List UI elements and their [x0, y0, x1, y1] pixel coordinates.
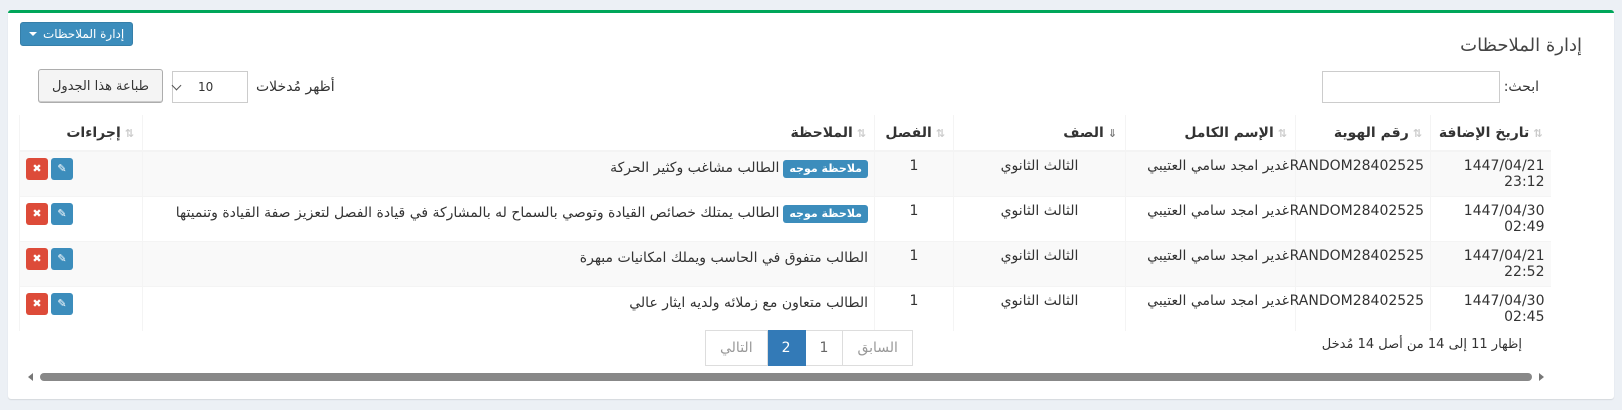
cell-id: RANDOM28402525 — [1290, 286, 1431, 331]
chevron-down-icon — [171, 80, 182, 90]
sort-asc-icon: ⇓ — [1107, 126, 1117, 140]
cell-name: غدير امجد سامي العتيبي — [1125, 286, 1296, 331]
search-input[interactable] — [1321, 71, 1500, 103]
pagination-previous[interactable]: السابق — [842, 330, 913, 366]
caret-down-icon — [29, 32, 37, 36]
cell-actions: ✖ ✎ — [19, 241, 143, 287]
cell-grade: الثالث الثانوي — [953, 196, 1126, 242]
pagination: السابق 1 2 التالي — [705, 330, 913, 366]
sort-icon: ⇅ — [856, 126, 866, 140]
notes-management-label: إدارة الملاحظات — [43, 27, 125, 41]
horizontal-scrollbar[interactable] — [28, 371, 1544, 383]
times-icon: ✖ — [32, 297, 42, 310]
cell-name: غدير امجد سامي العتيبي — [1125, 150, 1296, 197]
cell-id: RANDOM28402525 — [1290, 150, 1431, 197]
cell-id: RANDOM28402525 — [1290, 196, 1431, 242]
delete-button[interactable]: ✖ — [26, 293, 48, 315]
delete-button[interactable]: ✖ — [26, 158, 48, 180]
pagination-page-2[interactable]: 2 — [766, 330, 806, 366]
scroll-right-icon[interactable] — [1539, 373, 1544, 381]
cell-actions: ✖ ✎ — [19, 150, 143, 197]
cell-name: غدير امجد سامي العتيبي — [1125, 241, 1296, 287]
cell-grade: الثالث الثانوي — [953, 286, 1126, 331]
times-icon: ✖ — [32, 207, 42, 220]
edit-button[interactable]: ✎ — [51, 248, 73, 270]
cell-id: RANDOM28402525 — [1290, 241, 1431, 287]
cell-date: 1447/04/21 22:52 — [1430, 241, 1551, 287]
cell-date: 1447/04/30 02:49 — [1430, 196, 1551, 242]
cell-note: ملاحظة موجهالطالب يمتلك خصائص القيادة وت… — [142, 196, 875, 242]
cell-actions: ✖ ✎ — [19, 196, 143, 242]
cell-grade: الثالث الثانوي — [953, 150, 1126, 197]
sort-icon: ⇅ — [1412, 126, 1422, 140]
cell-class: 1 — [874, 150, 954, 197]
cell-class: 1 — [874, 286, 954, 331]
cell-note: الطالب متفوق في الحاسب ويملك امكانيات مب… — [142, 241, 875, 287]
note-type-badge: ملاحظة موجه — [783, 205, 868, 223]
cell-note: الطالب متعاون مع زملائه ولديه ايثار عالي — [142, 286, 875, 331]
cell-grade: الثالث الثانوي — [953, 241, 1126, 287]
cell-name: غدير امجد سامي العتيبي — [1125, 196, 1296, 242]
notes-box: إدارة الملاحظات إدارة الملاحظات ابحث: 10… — [8, 10, 1614, 399]
delete-button[interactable]: ✖ — [26, 203, 48, 225]
sort-icon: ⇅ — [1277, 126, 1287, 140]
length-value: 10 — [198, 80, 214, 94]
sort-icon: ⇅ — [124, 126, 134, 140]
entries-length-select[interactable]: 10 — [171, 71, 248, 103]
box-title: إدارة الملاحظات — [1460, 35, 1582, 56]
table-row: 1447/04/30 02:45 RANDOM28402525 غدير امج… — [19, 286, 1551, 331]
length-control: 10 أظهر مُدخلات — [171, 71, 335, 103]
notes-table: ⇅تاريخ الإضافة ⇅رقم الهوية ⇅الإسم الكامل… — [19, 115, 1551, 331]
pagination-next[interactable]: التالي — [705, 330, 768, 366]
header-id[interactable]: ⇅رقم الهوية — [1295, 115, 1431, 152]
cell-date: 1447/04/30 02:45 — [1430, 286, 1551, 331]
note-text: الطالب يمتلك خصائص القيادة وتوصي بالسماح… — [175, 205, 780, 221]
pencil-icon: ✎ — [57, 207, 67, 220]
note-text: الطالب متعاون مع زملائه ولديه ايثار عالي — [629, 295, 868, 311]
table-row: 1447/04/21 23:12 RANDOM28402525 غدير امج… — [19, 150, 1551, 197]
header-grade[interactable]: ⇓الصف — [953, 115, 1126, 152]
header-note[interactable]: ⇅الملاحظة — [142, 115, 875, 152]
cell-actions: ✖ ✎ — [19, 286, 143, 331]
sort-icon: ⇅ — [935, 126, 945, 140]
pagination-page-1[interactable]: 1 — [804, 330, 844, 366]
scroll-left-icon[interactable] — [28, 373, 33, 381]
note-type-badge: ملاحظة موجه — [783, 160, 868, 178]
note-text: الطالب مشاغب وكثير الحركة — [610, 160, 780, 176]
table-row: 1447/04/21 22:52 RANDOM28402525 غدير امج… — [19, 241, 1551, 287]
note-text: الطالب متفوق في الحاسب ويملك امكانيات مب… — [579, 250, 868, 266]
pencil-icon: ✎ — [57, 162, 67, 175]
header-actions[interactable]: ⇅إجراءات — [19, 115, 143, 152]
header-name[interactable]: ⇅الإسم الكامل — [1125, 115, 1296, 152]
pencil-icon: ✎ — [57, 252, 67, 265]
table-header-row: ⇅تاريخ الإضافة ⇅رقم الهوية ⇅الإسم الكامل… — [19, 115, 1551, 152]
edit-button[interactable]: ✎ — [51, 158, 73, 180]
search-label: ابحث: — [1503, 79, 1539, 95]
header-class[interactable]: ⇅الفصل — [874, 115, 954, 152]
scrollbar-thumb[interactable] — [40, 373, 1532, 381]
cell-class: 1 — [874, 241, 954, 287]
cell-class: 1 — [874, 196, 954, 242]
sort-icon: ⇅ — [1533, 126, 1543, 140]
edit-button[interactable]: ✎ — [51, 293, 73, 315]
edit-button[interactable]: ✎ — [51, 203, 73, 225]
cell-date: 1447/04/21 23:12 — [1430, 150, 1551, 197]
print-table-button[interactable]: طباعة هذا الجدول — [38, 69, 163, 103]
length-label: أظهر مُدخلات — [256, 79, 335, 95]
pencil-icon: ✎ — [57, 297, 67, 310]
times-icon: ✖ — [32, 162, 42, 175]
header-date[interactable]: ⇅تاريخ الإضافة — [1430, 115, 1551, 152]
search-container: ابحث: — [1321, 71, 1539, 103]
table-info: إظهار 11 إلى 14 من أصل 14 مُدخل — [1321, 337, 1522, 352]
times-icon: ✖ — [32, 252, 42, 265]
table-row: 1447/04/30 02:49 RANDOM28402525 غدير امج… — [19, 196, 1551, 242]
delete-button[interactable]: ✖ — [26, 248, 48, 270]
cell-note: ملاحظة موجهالطالب مشاغب وكثير الحركة — [142, 150, 875, 197]
notes-management-button[interactable]: إدارة الملاحظات — [20, 22, 134, 46]
